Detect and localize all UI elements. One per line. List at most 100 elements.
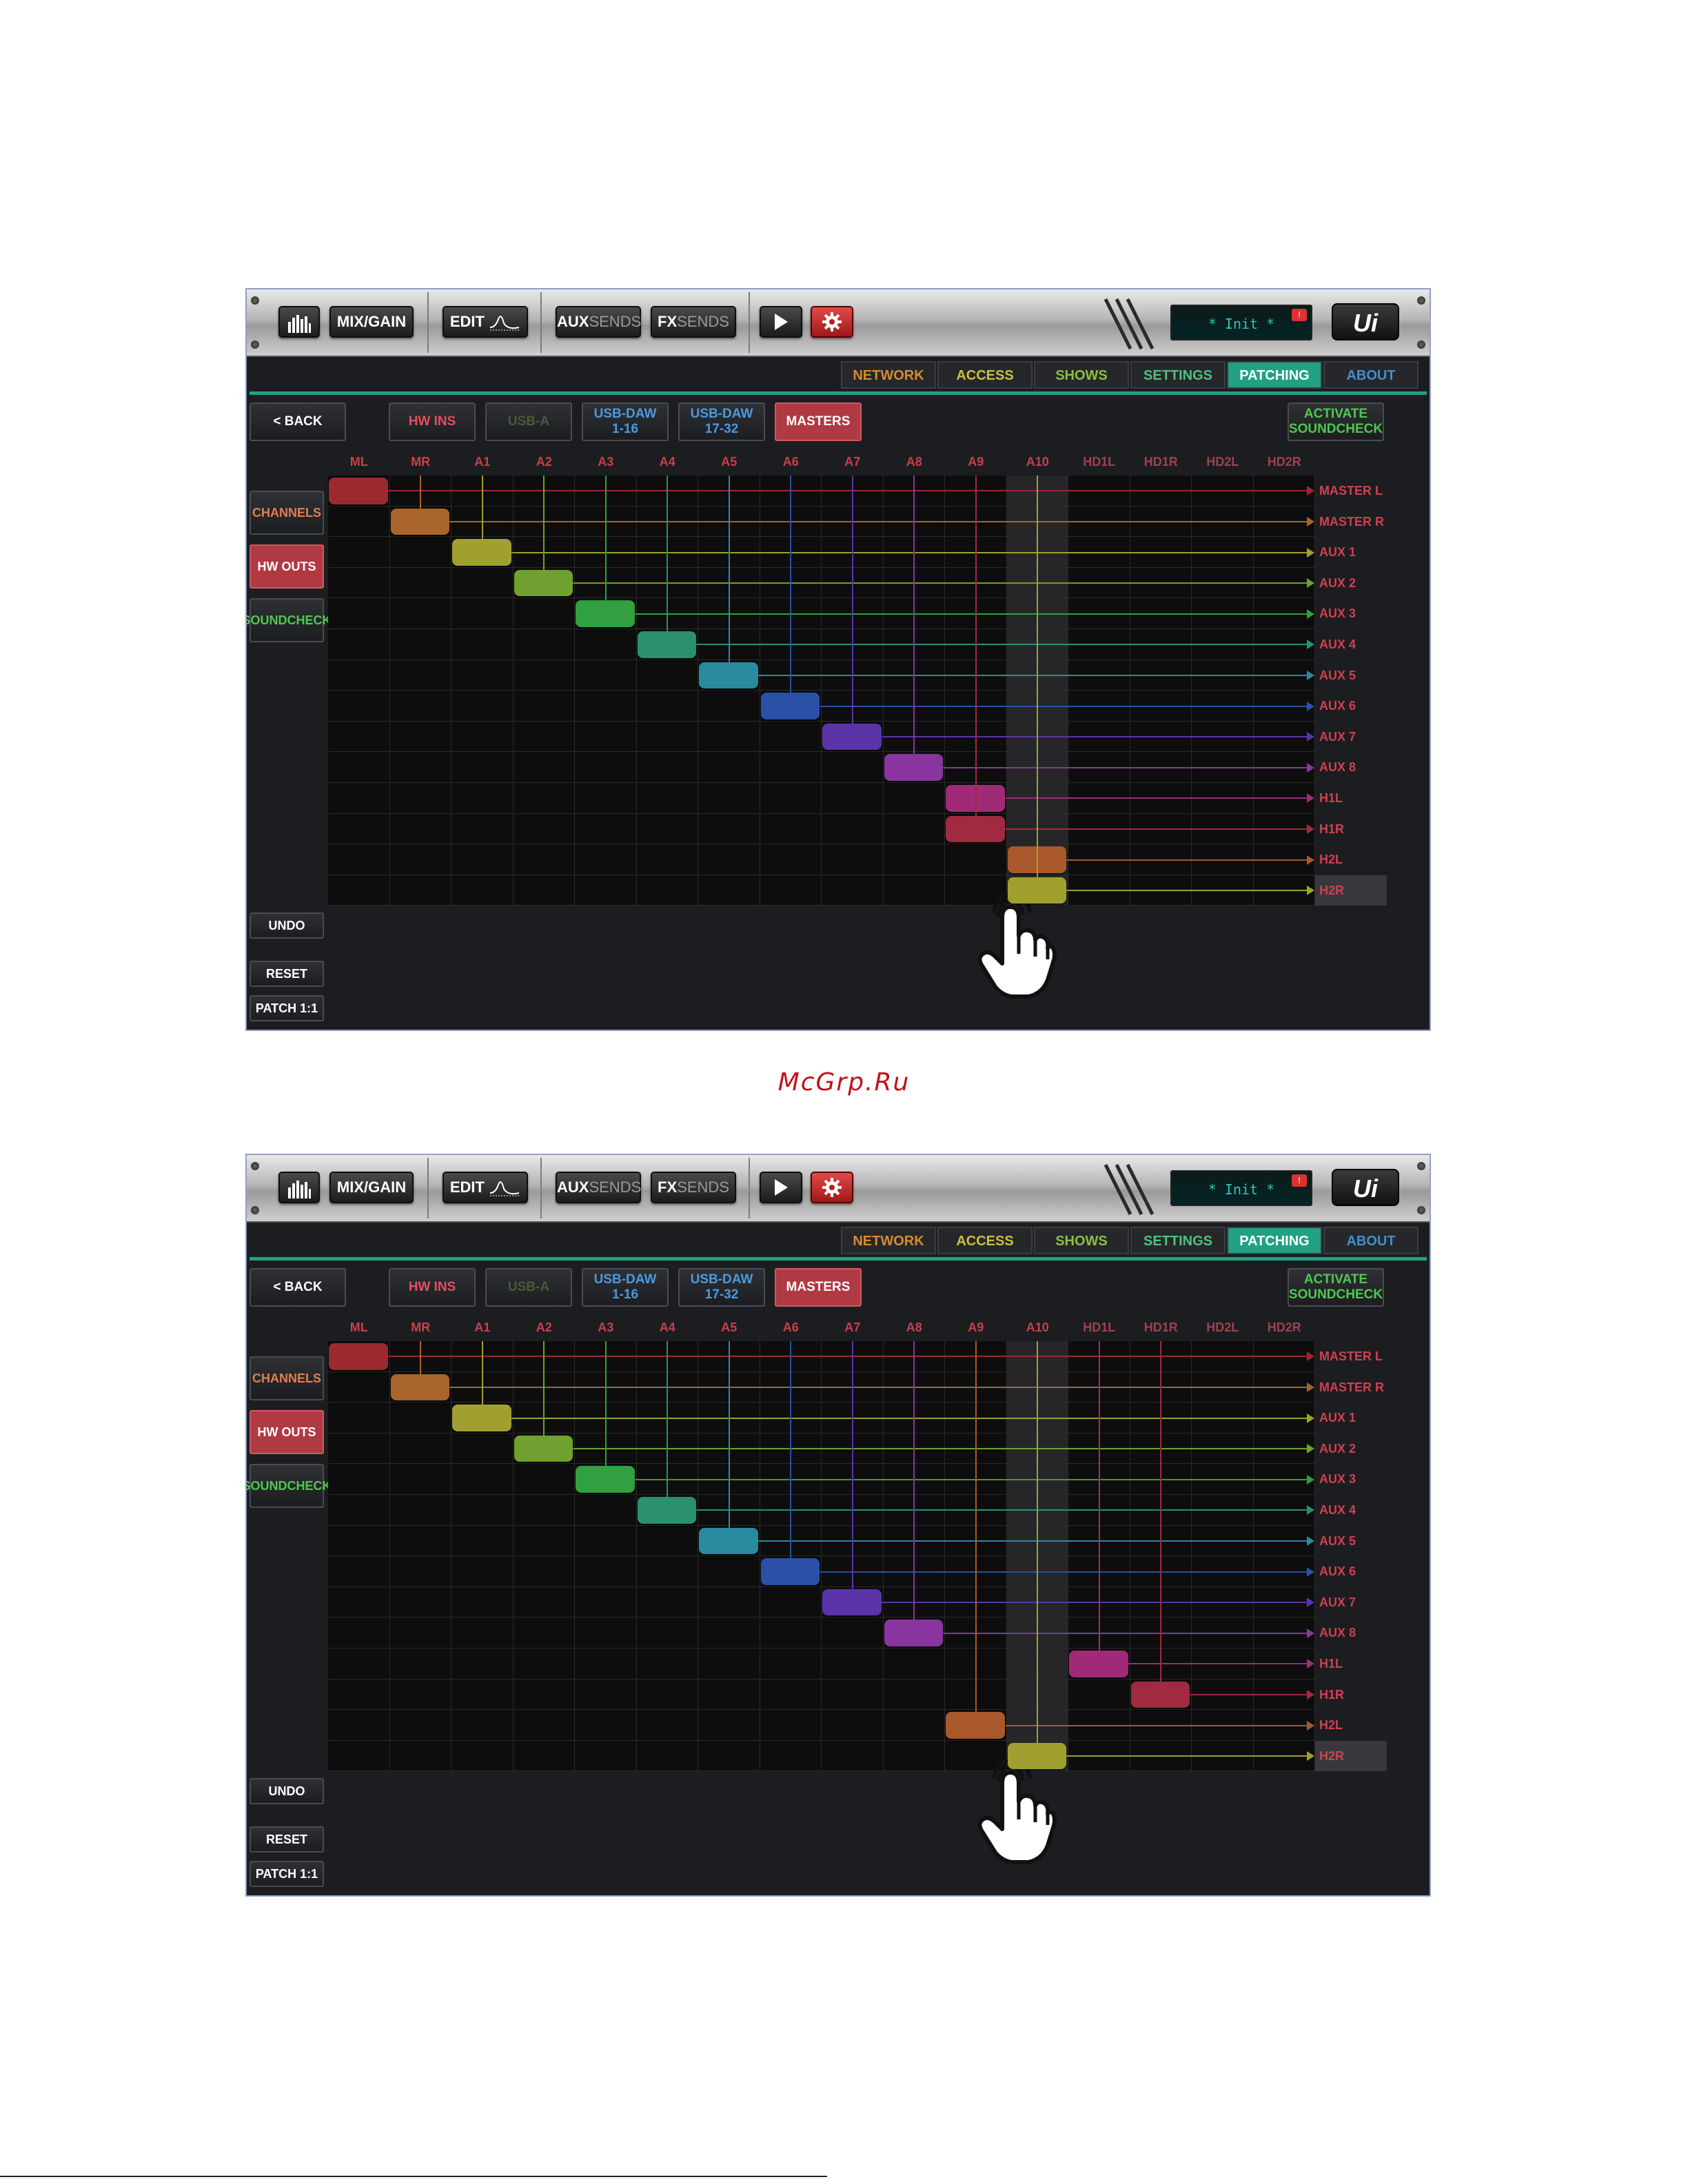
matrix-cell[interactable]: [389, 783, 451, 814]
play-button[interactable]: [760, 1172, 802, 1203]
tab-patching[interactable]: PATCHING: [1227, 361, 1322, 389]
hw-outs-button[interactable]: HW OUTS: [250, 1410, 324, 1454]
matrix-cell[interactable]: [636, 1679, 698, 1711]
patch-node[interactable]: [1069, 1651, 1128, 1677]
matrix-cell[interactable]: [822, 1679, 884, 1711]
edit-button[interactable]: EDIT: [443, 306, 528, 338]
matrix-cell[interactable]: [636, 1556, 698, 1587]
matrix-cell[interactable]: [389, 1740, 451, 1772]
matrix-cell[interactable]: [760, 1586, 822, 1618]
reset-button[interactable]: RESET: [250, 961, 324, 987]
matrix-cell[interactable]: [760, 1679, 822, 1711]
matrix-cell[interactable]: [513, 1710, 575, 1741]
matrix-cell[interactable]: [513, 721, 575, 753]
fx-sends-button[interactable]: FXSENDS: [651, 306, 736, 338]
matrix-cell[interactable]: [513, 875, 575, 906]
matrix-cell[interactable]: [328, 1740, 390, 1772]
matrix-cell[interactable]: [636, 1649, 698, 1680]
matrix-cell[interactable]: [328, 1710, 390, 1741]
back-button[interactable]: < BACK: [250, 1268, 346, 1307]
patch-1-1-button[interactable]: PATCH 1:1: [250, 1861, 324, 1887]
matrix-cell[interactable]: [883, 1710, 945, 1741]
matrix-cell[interactable]: [389, 721, 451, 753]
matrix-cell[interactable]: [328, 506, 390, 538]
patch-node[interactable]: [1130, 1681, 1190, 1708]
matrix-cell[interactable]: [760, 721, 822, 753]
undo-button[interactable]: UNDO: [250, 1778, 324, 1804]
matrix-cell[interactable]: [513, 1649, 575, 1680]
matrix-cell[interactable]: [698, 783, 760, 814]
matrix-cell[interactable]: [513, 1556, 575, 1587]
matrix-cell[interactable]: [575, 844, 637, 875]
matrix-cell[interactable]: [451, 1679, 513, 1711]
matrix-cell[interactable]: [945, 844, 1007, 875]
matrix-cell[interactable]: [575, 691, 637, 722]
matrix-cell[interactable]: [328, 1649, 390, 1680]
matrix-cell[interactable]: [822, 783, 884, 814]
matrix-cell[interactable]: [760, 752, 822, 783]
meters-button[interactable]: [278, 1172, 320, 1203]
activate-soundcheck-button[interactable]: ACTIVATE SOUNDCHECK: [1288, 1268, 1384, 1307]
patch-node[interactable]: [822, 1589, 882, 1616]
ui-logo[interactable]: Ui: [1332, 303, 1399, 340]
matrix-cell[interactable]: [451, 1617, 513, 1649]
hw-outs-button[interactable]: HW OUTS: [250, 544, 324, 589]
patch-node[interactable]: [1007, 1742, 1066, 1770]
matrix-cell[interactable]: [760, 1617, 822, 1649]
patch-node[interactable]: [1007, 877, 1066, 904]
matrix-cell[interactable]: [328, 1371, 390, 1403]
matrix-cell[interactable]: [575, 1710, 637, 1741]
tab-patching[interactable]: PATCHING: [1227, 1227, 1322, 1254]
usb-a-button[interactable]: USB-A: [485, 402, 572, 441]
tab-access[interactable]: ACCESS: [937, 361, 1033, 389]
matrix-cell[interactable]: [389, 1649, 451, 1680]
matrix-cell[interactable]: [328, 721, 390, 753]
tab-about[interactable]: ABOUT: [1323, 361, 1418, 389]
patch-node[interactable]: [513, 569, 573, 597]
tab-shows[interactable]: SHOWS: [1034, 1227, 1129, 1254]
matrix-cell[interactable]: [636, 1740, 698, 1772]
matrix-cell[interactable]: [328, 1617, 390, 1649]
matrix-cell[interactable]: [636, 691, 698, 722]
matrix-cell[interactable]: [513, 1679, 575, 1711]
matrix-cell[interactable]: [328, 1586, 390, 1618]
matrix-cell[interactable]: [883, 844, 945, 875]
matrix-cell[interactable]: [389, 537, 451, 568]
matrix-cell[interactable]: [328, 1433, 390, 1464]
patch-node[interactable]: [329, 1343, 388, 1370]
matrix-cell[interactable]: [822, 1649, 884, 1680]
matrix-cell[interactable]: [328, 537, 390, 568]
matrix-cell[interactable]: [760, 783, 822, 814]
matrix-cell[interactable]: [575, 783, 637, 814]
matrix-cell[interactable]: [451, 567, 513, 599]
matrix-cell[interactable]: [451, 813, 513, 845]
matrix-cell[interactable]: [389, 813, 451, 845]
matrix-cell[interactable]: [636, 721, 698, 753]
matrix-cell[interactable]: [883, 1649, 945, 1680]
matrix-cell[interactable]: [389, 875, 451, 906]
hw-ins-button[interactable]: HW INS: [389, 1268, 476, 1307]
patch-1-1-button[interactable]: PATCH 1:1: [250, 995, 324, 1021]
settings-button[interactable]: [811, 1172, 853, 1203]
matrix-cell[interactable]: [513, 629, 575, 660]
edit-button[interactable]: EDIT: [443, 1172, 528, 1203]
matrix-cell[interactable]: [389, 629, 451, 660]
matrix-cell[interactable]: [451, 1649, 513, 1680]
play-button[interactable]: [760, 306, 802, 338]
matrix-cell[interactable]: [698, 752, 760, 783]
masters-button[interactable]: MASTERS: [775, 402, 862, 441]
patch-node[interactable]: [760, 1558, 820, 1585]
matrix-cell[interactable]: [328, 691, 390, 722]
usb-daw-17-32-button[interactable]: USB-DAW 17-32: [678, 402, 765, 441]
matrix-cell[interactable]: [328, 1525, 390, 1557]
usb-daw-1-16-button[interactable]: USB-DAW 1-16: [582, 1268, 669, 1307]
patch-node[interactable]: [390, 508, 449, 535]
matrix-cell[interactable]: [636, 1525, 698, 1557]
patch-node[interactable]: [637, 631, 696, 658]
matrix-cell[interactable]: [760, 1649, 822, 1680]
matrix-cell[interactable]: [451, 844, 513, 875]
mix-gain-button[interactable]: MIX/GAIN: [329, 306, 414, 338]
matrix-cell[interactable]: [513, 752, 575, 783]
matrix-cell[interactable]: [389, 1617, 451, 1649]
matrix-cell[interactable]: [636, 660, 698, 691]
